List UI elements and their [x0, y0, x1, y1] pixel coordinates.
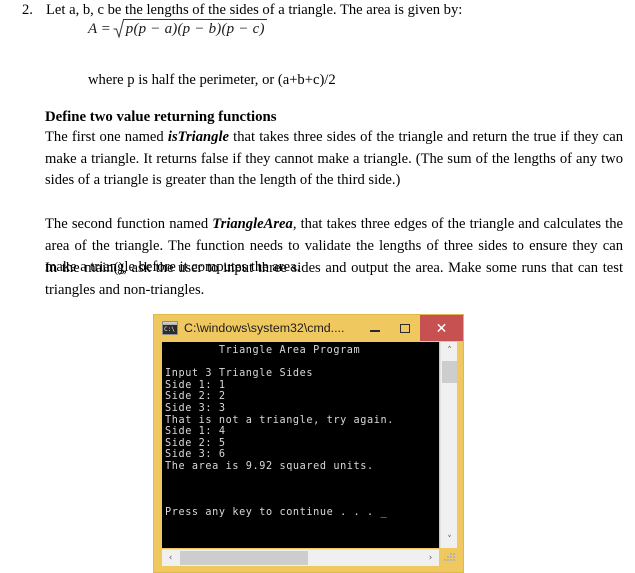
scroll-down-icon[interactable]: ˅ [441, 531, 458, 548]
paragraph-2-before: The second function named [45, 216, 213, 232]
horizontal-scroll-thumb[interactable] [180, 551, 308, 565]
cmd-icon [162, 321, 178, 335]
window-client-area: Triangle Area Program Input 3 Triangle S… [162, 342, 457, 566]
close-icon: ✕ [435, 320, 448, 336]
console-output[interactable]: Triangle Area Program Input 3 Triangle S… [162, 342, 439, 548]
section-heading: Define two value returning functions [45, 109, 277, 125]
function-name-is-triangle: isTriangle [167, 129, 229, 145]
paragraph-1-before: The first one named [45, 129, 168, 145]
function-name-triangle-area: TriangleArea [212, 216, 293, 232]
vertical-scroll-thumb[interactable] [442, 361, 457, 383]
horizontal-scrollbar[interactable]: ‹ › [162, 549, 439, 566]
formula-lhs: A = [88, 21, 111, 37]
scroll-up-icon[interactable]: ˄ [441, 342, 458, 359]
window-controls: ✕ [360, 315, 463, 341]
vertical-scrollbar[interactable]: ˄ ˅ [440, 342, 457, 548]
question-number: 2. [22, 2, 33, 18]
window-title: C:\windows\system32\cmd.... [184, 321, 345, 335]
scroll-right-icon[interactable]: › [422, 550, 439, 566]
square-root-group: p(p − a)(p − b)(p − c) [113, 19, 267, 38]
minimize-icon [370, 330, 380, 332]
paragraph-is-triangle: The first one named isTriangle that take… [45, 127, 623, 192]
paragraph-main-instructions: In the main(), ask the user to input thr… [45, 260, 623, 298]
where-clause: where p is half the perimeter, or (a+b+c… [88, 72, 336, 88]
maximize-button[interactable] [390, 315, 420, 341]
formula-radicand: p(p − a)(p − b)(p − c) [123, 19, 267, 37]
scroll-left-icon[interactable]: ‹ [162, 550, 179, 566]
area-formula: A = p(p − a)(p − b)(p − c) [88, 19, 267, 38]
command-prompt-window[interactable]: C:\windows\system32\cmd.... ✕ Triangle A… [153, 314, 464, 573]
question-intro-text: Let a, b, c be the lengths of the sides … [46, 2, 463, 18]
window-titlebar[interactable]: C:\windows\system32\cmd.... ✕ [154, 315, 463, 341]
resize-grip-icon[interactable] [442, 551, 456, 565]
maximize-icon [400, 323, 410, 333]
minimize-button[interactable] [360, 315, 390, 341]
radical-icon [113, 19, 125, 38]
close-button[interactable]: ✕ [420, 315, 463, 341]
